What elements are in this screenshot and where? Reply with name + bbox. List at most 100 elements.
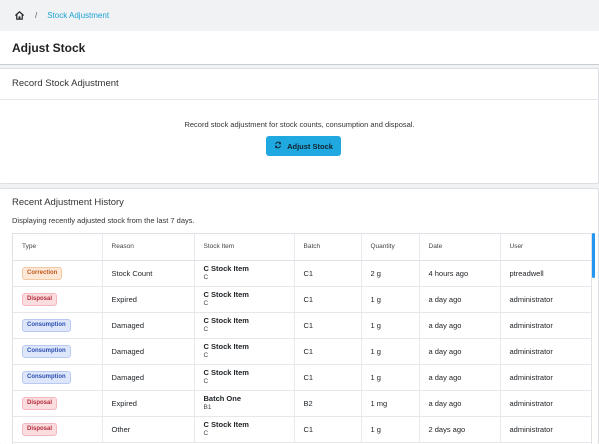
stock-item-name[interactable]: C Stock Item xyxy=(204,264,294,273)
cell-batch: C1 xyxy=(294,364,362,391)
cell-stock-item: C Stock Item C xyxy=(194,260,295,287)
history-card-subtitle: Displaying recently adjusted stock from … xyxy=(12,216,195,225)
table-scrollbar[interactable] xyxy=(592,233,595,278)
type-badge: Disposal xyxy=(22,422,58,436)
cell-quantity: 1 g xyxy=(361,312,420,339)
stock-item-name[interactable]: C Stock Item xyxy=(204,368,294,377)
cell-stock-item: C Stock Item C xyxy=(194,338,295,365)
table-row[interactable]: Disposal Expired Batch One B1 B2 1 mg a day ag… xyxy=(13,390,591,417)
cell-user: administrator xyxy=(500,364,591,391)
breadcrumb: / Stock Adjustment xyxy=(0,0,599,31)
cell-batch: C1 xyxy=(294,286,362,313)
stock-item-code: C xyxy=(203,300,209,307)
cell-user: administrator xyxy=(500,286,591,313)
table-row[interactable]: Disposal Expired C Stock Item C C1 1 ga day a… xyxy=(13,286,591,313)
cell-quantity: 1 g xyxy=(361,364,420,391)
column-header-user[interactable]: User xyxy=(500,234,591,261)
cell-stock-item: C Stock Item C xyxy=(194,312,295,339)
column-header-reason[interactable]: Reason xyxy=(102,234,195,261)
column-header-quantity[interactable]: Quantity xyxy=(361,234,420,261)
cell-user: ptreadwell xyxy=(500,260,591,287)
history-table: Type Reason Stock Item Batch Quantity Da… xyxy=(13,234,591,443)
table-row[interactable]: Consumption Damaged C Stock Item C C1 1 ga da… xyxy=(13,338,591,365)
column-header-batch[interactable]: Batch xyxy=(294,234,362,261)
cell-user: administrator xyxy=(500,390,591,417)
cell-quantity: 1 g xyxy=(361,416,420,443)
home-icon[interactable] xyxy=(13,10,25,22)
stock-item-code: C xyxy=(203,326,209,333)
cell-user: administrator xyxy=(500,416,591,443)
stock-item-name[interactable]: C Stock Item xyxy=(204,420,294,429)
stock-item-code: C xyxy=(203,352,209,359)
cell-quantity: 2 g xyxy=(361,260,420,287)
cell-type: Disposal xyxy=(13,416,103,443)
table-row[interactable]: Disposal Other C Stock Item C C1 1 g2 days ag… xyxy=(13,416,591,443)
cell-type: Disposal xyxy=(13,390,103,417)
stock-item-code: C xyxy=(203,274,209,281)
cell-date: 4 hours ago xyxy=(419,260,501,287)
cell-reason: Damaged xyxy=(102,312,195,339)
cell-user: administrator xyxy=(500,338,591,365)
table-row[interactable]: Correction Stock Count C Stock Item C C1 2 g4… xyxy=(13,260,591,287)
breadcrumb-current[interactable]: Stock Adjustment xyxy=(47,11,109,20)
cell-stock-item: Batch One B1 xyxy=(194,390,295,417)
cell-reason: Expired xyxy=(102,286,195,313)
cell-reason: Damaged xyxy=(102,364,195,391)
cell-quantity: 1 g xyxy=(361,338,420,365)
column-header-stock-item[interactable]: Stock Item xyxy=(194,234,295,261)
history-table-container: Type Reason Stock Item Batch Quantity Da… xyxy=(12,233,592,444)
table-row[interactable]: Consumption Damaged C Stock Item C C1 1 ga da… xyxy=(13,364,591,391)
cell-date: a day ago xyxy=(419,286,501,313)
cell-batch: C1 xyxy=(294,312,362,339)
stock-item-code: C xyxy=(203,378,209,385)
type-badge: Consumption xyxy=(22,318,71,332)
cell-type: Consumption xyxy=(13,338,103,365)
cell-batch: C1 xyxy=(294,416,362,443)
record-card-description: Record stock adjustment for stock counts… xyxy=(184,120,415,129)
breadcrumb-separator: / xyxy=(35,11,38,20)
cell-date: a day ago xyxy=(419,312,501,339)
cell-date: a day ago xyxy=(419,364,501,391)
adjust-stock-label: Adjust Stock xyxy=(287,141,333,151)
type-badge: Disposal xyxy=(22,396,58,410)
stock-item-name[interactable]: Batch One xyxy=(204,394,294,403)
cell-reason: Other xyxy=(102,416,195,443)
type-badge: Disposal xyxy=(22,292,58,306)
page-header: Adjust Stock xyxy=(0,31,599,65)
column-header-type[interactable]: Type xyxy=(13,234,103,261)
cell-reason: Expired xyxy=(102,390,195,417)
record-card-title: Record Stock Adjustment xyxy=(12,78,119,89)
cell-type: Disposal xyxy=(13,286,103,313)
card-divider xyxy=(0,99,599,100)
cell-type: Correction xyxy=(13,260,103,287)
table-row[interactable]: Consumption Damaged C Stock Item C C1 1 ga da… xyxy=(13,312,591,339)
cell-quantity: 1 mg xyxy=(361,390,420,417)
cell-date: a day ago xyxy=(419,338,501,365)
stock-item-name[interactable]: C Stock Item xyxy=(204,316,294,325)
adjust-stock-button[interactable]: Adjust Stock xyxy=(266,136,341,156)
stock-item-name[interactable]: C Stock Item xyxy=(204,342,294,351)
column-header-date[interactable]: Date xyxy=(419,234,501,261)
cell-reason: Damaged xyxy=(102,338,195,365)
type-badge: Correction xyxy=(22,266,63,280)
cell-batch: C1 xyxy=(294,260,362,287)
cell-reason: Stock Count xyxy=(102,260,195,287)
cell-stock-item: C Stock Item C xyxy=(194,364,295,391)
cell-stock-item: C Stock Item C xyxy=(194,416,295,443)
type-badge: Consumption xyxy=(22,370,71,384)
history-card-title: Recent Adjustment History xyxy=(12,197,124,208)
cell-stock-item: C Stock Item C xyxy=(194,286,295,313)
cell-user: administrator xyxy=(500,312,591,339)
type-badge: Consumption xyxy=(22,344,71,358)
history-card: Recent Adjustment History Displaying rec… xyxy=(0,188,599,444)
stock-item-name[interactable]: C Stock Item xyxy=(204,290,294,299)
cell-date: 2 days ago xyxy=(419,416,501,443)
cell-batch: C1 xyxy=(294,338,362,365)
cell-date: a day ago xyxy=(419,390,501,417)
cell-batch: B2 xyxy=(294,390,362,417)
cell-type: Consumption xyxy=(13,364,103,391)
stock-item-code: C xyxy=(203,430,209,437)
sync-icon xyxy=(274,141,282,151)
stock-item-code: B1 xyxy=(203,404,212,411)
cell-type: Consumption xyxy=(13,312,103,339)
